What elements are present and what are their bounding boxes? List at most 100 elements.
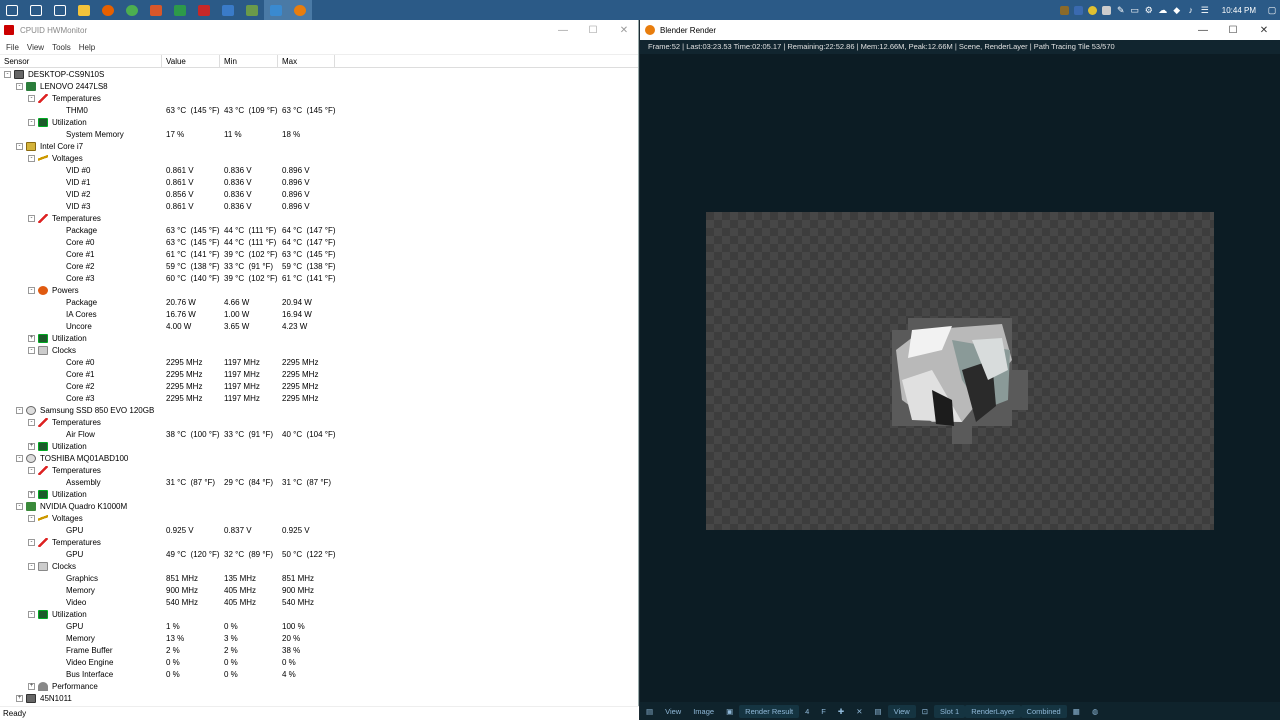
- tree-node[interactable]: - DESKTOP-CS9N10S: [0, 68, 638, 80]
- close-icon[interactable]: ✕: [1249, 20, 1279, 40]
- sensor-row[interactable]: Core #2 59 °C (138 °F) 33 °C (91 °F) 59 °C …: [0, 260, 638, 272]
- sensor-row[interactable]: VID #1 0.861 V 0.836 V 0.896 V: [0, 176, 638, 188]
- new-image-icon[interactable]: ✚: [832, 707, 850, 716]
- collapse-icon[interactable]: -: [28, 538, 35, 546]
- sensor-row[interactable]: Core #0 2295 MHz 1197 MHz 2295 MHz: [0, 356, 638, 368]
- tray-app-icon[interactable]: ⚙: [1142, 0, 1156, 20]
- sensor-row[interactable]: Frame Buffer 2 % 2 % 38 %: [0, 644, 638, 656]
- app-icon[interactable]: [216, 0, 240, 20]
- collapse-icon[interactable]: -: [28, 418, 35, 426]
- sensor-row[interactable]: Core #2 2295 MHz 1197 MHz 2295 MHz: [0, 380, 638, 392]
- sensor-row[interactable]: Core #1 61 °C (141 °F) 39 °C (102 °F) 63 °C…: [0, 248, 638, 260]
- search-icon[interactable]: [24, 0, 48, 20]
- firefox-icon[interactable]: [96, 0, 120, 20]
- tree-node[interactable]: - Intel Core i7: [0, 140, 638, 152]
- dropbox-icon[interactable]: ◆: [1170, 0, 1184, 20]
- column-value[interactable]: Value: [162, 55, 220, 67]
- tree-node[interactable]: - Temperatures: [0, 464, 638, 476]
- collapse-icon[interactable]: -: [28, 466, 35, 474]
- sensor-row[interactable]: VID #2 0.856 V 0.836 V 0.896 V: [0, 188, 638, 200]
- menu-image[interactable]: Image: [687, 707, 720, 716]
- tree-node[interactable]: - Clocks: [0, 344, 638, 356]
- sensor-row[interactable]: IA Cores 16.76 W 1.00 W 16.94 W: [0, 308, 638, 320]
- menu-file[interactable]: File: [2, 43, 23, 52]
- tree-node[interactable]: - Utilization: [0, 608, 638, 620]
- menu-help[interactable]: Help: [75, 43, 99, 52]
- expand-icon[interactable]: +: [28, 334, 35, 342]
- tree-node[interactable]: - Utilization: [0, 116, 638, 128]
- unlink-icon[interactable]: ✕: [850, 707, 868, 716]
- sensor-row[interactable]: THM0 63 °C (145 °F) 43 °C (109 °F) 63 °C (1…: [0, 104, 638, 116]
- app-icon[interactable]: [144, 0, 168, 20]
- collapse-icon[interactable]: -: [28, 286, 35, 294]
- close-icon[interactable]: ✕: [609, 20, 639, 40]
- sample-icon[interactable]: ◍: [1086, 707, 1105, 716]
- battery-icon[interactable]: ▭: [1128, 0, 1142, 20]
- collapse-icon[interactable]: -: [16, 406, 23, 414]
- volume-icon[interactable]: ♪: [1184, 0, 1198, 20]
- sensor-row[interactable]: Core #0 63 °C (145 °F) 44 °C (111 °F) 64 °C…: [0, 236, 638, 248]
- minimize-icon[interactable]: —: [1188, 20, 1218, 40]
- view-mode-icon[interactable]: ▤: [868, 707, 887, 716]
- tray-app-icon[interactable]: [1086, 0, 1100, 20]
- minimize-icon[interactable]: —: [548, 20, 578, 40]
- tree-node[interactable]: - Samsung SSD 850 EVO 120GB: [0, 404, 638, 416]
- maximize-icon[interactable]: ☐: [578, 20, 608, 40]
- sensor-row[interactable]: Bus Interface 0 % 0 % 4 %: [0, 668, 638, 680]
- taskbar-clock[interactable]: 10:44 PM: [1212, 6, 1264, 15]
- menu-view[interactable]: View: [23, 43, 48, 52]
- pass-dropdown[interactable]: Combined: [1020, 704, 1067, 718]
- sensor-row[interactable]: Core #1 2295 MHz 1197 MHz 2295 MHz: [0, 368, 638, 380]
- pivot-icon[interactable]: ⊡: [916, 707, 934, 716]
- app-icon[interactable]: [240, 0, 264, 20]
- collapse-icon[interactable]: -: [16, 454, 23, 462]
- app-icon[interactable]: [168, 0, 192, 20]
- sensor-row[interactable]: VID #3 0.861 V 0.836 V 0.896 V: [0, 200, 638, 212]
- collapse-icon[interactable]: -: [16, 502, 23, 510]
- collapse-icon[interactable]: -: [4, 70, 11, 78]
- collapse-icon[interactable]: -: [16, 142, 23, 150]
- tree-node[interactable]: + Utilization: [0, 332, 638, 344]
- render-result-field[interactable]: Render Result: [739, 704, 800, 718]
- collapse-icon[interactable]: -: [28, 562, 35, 570]
- collapse-icon[interactable]: -: [28, 154, 35, 162]
- sensor-row[interactable]: Core #3 2295 MHz 1197 MHz 2295 MHz: [0, 392, 638, 404]
- maximize-icon[interactable]: ☐: [1218, 20, 1248, 40]
- editor-type-icon[interactable]: ▤: [640, 707, 659, 716]
- sensor-row[interactable]: System Memory 17 % 11 % 18 %: [0, 128, 638, 140]
- collapse-icon[interactable]: -: [28, 214, 35, 222]
- tree-node[interactable]: - Clocks: [0, 560, 638, 572]
- tree-node[interactable]: - Temperatures: [0, 536, 638, 548]
- expand-icon[interactable]: +: [28, 442, 35, 450]
- layer-dropdown[interactable]: RenderLayer: [965, 704, 1021, 718]
- collapse-icon[interactable]: -: [16, 82, 23, 90]
- display-channels-icon[interactable]: ▦: [1067, 707, 1086, 716]
- sensor-row[interactable]: Air Flow 38 °C (100 °F) 33 °C (91 °F) 40 °C…: [0, 428, 638, 440]
- collapse-icon[interactable]: -: [28, 514, 35, 522]
- expand-icon[interactable]: +: [28, 682, 35, 690]
- sensor-row[interactable]: Core #3 60 °C (140 °F) 39 °C (102 °F) 61 °C…: [0, 272, 638, 284]
- sensor-row[interactable]: Uncore 4.00 W 3.65 W 4.23 W: [0, 320, 638, 332]
- tree-node[interactable]: - TOSHIBA MQ01ABD100: [0, 452, 638, 464]
- tray-app-icon[interactable]: [1100, 0, 1114, 20]
- menu-view[interactable]: View: [659, 707, 687, 716]
- tray-app-icon[interactable]: [1058, 0, 1072, 20]
- menu-tools[interactable]: Tools: [48, 43, 75, 52]
- column-min[interactable]: Min: [220, 55, 278, 67]
- collapse-icon[interactable]: -: [28, 118, 35, 126]
- tree-node[interactable]: - Voltages: [0, 152, 638, 164]
- column-sensor[interactable]: Sensor: [0, 55, 162, 67]
- sensor-row[interactable]: Assembly 31 °C (87 °F) 29 °C (84 °F) 31 °C …: [0, 476, 638, 488]
- sensor-row[interactable]: Memory 900 MHz 405 MHz 900 MHz: [0, 584, 638, 596]
- tree-node[interactable]: - Temperatures: [0, 212, 638, 224]
- sensor-row[interactable]: GPU 0.925 V 0.837 V 0.925 V: [0, 524, 638, 536]
- sensor-row[interactable]: GPU 49 °C (120 °F) 32 °C (89 °F) 50 °C (122…: [0, 548, 638, 560]
- sensor-row[interactable]: Graphics 851 MHz 135 MHz 851 MHz: [0, 572, 638, 584]
- sensor-row[interactable]: VID #0 0.861 V 0.836 V 0.896 V: [0, 164, 638, 176]
- collapse-icon[interactable]: -: [28, 346, 35, 354]
- fake-user-button[interactable]: F: [815, 707, 832, 716]
- tree-node[interactable]: + Utilization: [0, 440, 638, 452]
- image-browse-icon[interactable]: ▣: [720, 707, 739, 716]
- tray-app-icon[interactable]: ☁: [1156, 0, 1170, 20]
- tree-node[interactable]: + Performance: [0, 680, 638, 692]
